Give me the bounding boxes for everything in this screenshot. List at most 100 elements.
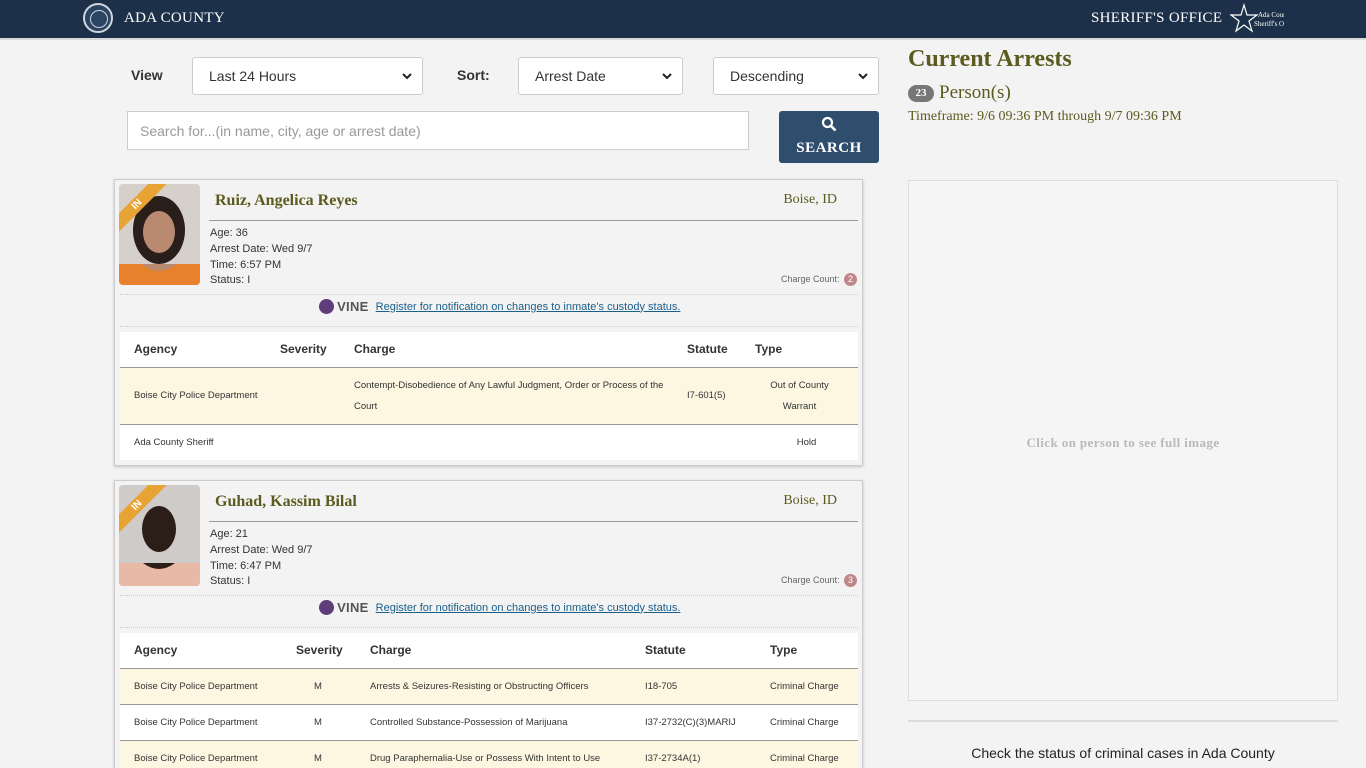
top-header: ADA COUNTY SHERIFF'S OFFICE Ada County S… xyxy=(0,0,1366,40)
charge-severity: M xyxy=(282,740,356,768)
charge-description xyxy=(340,424,673,460)
charge-statute: I37-2734A(1) xyxy=(631,740,756,768)
search-button-label: SEARCH xyxy=(796,140,862,156)
sort-label: Sort: xyxy=(457,67,490,83)
vine-register-link[interactable]: Register for notification on changes to … xyxy=(376,301,681,313)
inmate-card[interactable]: IN Guhad, Kassim Bilal Boise, ID Age: 21… xyxy=(114,480,863,768)
charge-count-label: Charge Count: xyxy=(780,574,840,585)
county-seal-icon[interactable] xyxy=(83,3,113,33)
table-row: Boise City Police Department Contempt-Di… xyxy=(120,367,858,425)
charge-type: Hold xyxy=(796,436,817,448)
vine-notification: VINE Register for notification on change… xyxy=(319,600,680,615)
inmate-name[interactable]: Ruiz, Angelica Reyes xyxy=(215,192,358,210)
inmate-age: Age: 21 xyxy=(210,528,248,540)
svg-text:Ada County: Ada County xyxy=(1258,11,1284,19)
charge-type: Criminal Charge xyxy=(756,668,858,705)
office-title[interactable]: SHERIFF'S OFFICE xyxy=(1091,10,1222,27)
charge-count-label: Charge Count: xyxy=(780,273,840,284)
full-image-panel[interactable]: Click on person to see full image xyxy=(908,180,1338,701)
chevron-down-icon xyxy=(858,73,868,80)
view-select-value: Last 24 Hours xyxy=(209,68,297,84)
sort-select[interactable]: Arrest Date xyxy=(518,57,683,95)
charge-agency: Boise City Police Department xyxy=(120,367,266,425)
sheriff-star-logo-icon[interactable]: Ada County Sheriff's Office xyxy=(1228,2,1284,36)
mugshot-figure-icon xyxy=(119,184,200,285)
view-label: View xyxy=(131,67,163,83)
mugshot-image[interactable]: IN xyxy=(119,184,200,285)
divider xyxy=(209,521,858,522)
charge-severity: M xyxy=(282,668,356,705)
charge-description: Arrests & Seizures-Resisting or Obstruct… xyxy=(356,668,631,705)
inmate-arrest-time: Time: 6:57 PM xyxy=(210,259,282,271)
inmate-arrest-time: Time: 6:47 PM xyxy=(210,560,282,572)
col-type: Type xyxy=(741,332,858,368)
vine-logo-icon xyxy=(319,600,334,615)
table-row: Boise City Police Department M Arrests &… xyxy=(120,668,858,705)
col-severity: Severity xyxy=(266,332,340,368)
charge-agency: Boise City Police Department xyxy=(120,740,282,768)
vine-logo-text: VINE xyxy=(337,299,369,314)
inmate-status: Status: I xyxy=(210,575,251,587)
charge-agency: Ada County Sheriff xyxy=(134,436,214,448)
table-row: Ada County Sheriff Hold xyxy=(120,424,858,460)
mugshot-figure-icon xyxy=(119,485,200,586)
charges-table: Agency Severity Charge Statute Type Bois… xyxy=(120,633,858,768)
charge-statute: I18-705 xyxy=(631,668,756,705)
col-severity: Severity xyxy=(282,633,356,669)
charge-type: Out of County Warrant xyxy=(741,367,858,425)
col-statute: Statute xyxy=(631,633,756,669)
inmate-city: Boise, ID xyxy=(783,493,837,508)
col-charge: Charge xyxy=(356,633,631,669)
divider xyxy=(120,627,858,628)
inmate-card[interactable]: IN Ruiz, Angelica Reyes Boise, ID Age: 3… xyxy=(114,179,863,466)
mugshot-image[interactable]: IN xyxy=(119,485,200,586)
chevron-down-icon xyxy=(402,73,412,80)
charges-header-row: Agency Severity Charge Statute Type xyxy=(120,332,858,368)
divider xyxy=(209,220,858,221)
check-case-status-link[interactable]: Check the status of criminal cases in Ad… xyxy=(908,745,1338,761)
inmate-name[interactable]: Guhad, Kassim Bilal xyxy=(215,493,357,511)
county-title[interactable]: ADA COUNTY xyxy=(124,10,225,27)
charge-count-badge: 3 xyxy=(844,574,857,587)
divider xyxy=(120,294,858,295)
charge-description: Controlled Substance-Possession of Marij… xyxy=(356,704,631,741)
charge-description: Contempt-Disobedience of Any Lawful Judg… xyxy=(340,367,673,425)
image-hint: Click on person to see full image xyxy=(1026,435,1220,450)
col-charge: Charge xyxy=(340,332,673,368)
divider xyxy=(908,720,1338,722)
current-arrests-title: Current Arrests xyxy=(908,46,1072,72)
charge-description: Drug Paraphernalia-Use or Possess With I… xyxy=(356,740,631,768)
charge-agency: Boise City Police Department xyxy=(120,704,282,741)
table-row: Boise City Police Department M Drug Para… xyxy=(120,740,858,768)
vine-logo-icon xyxy=(319,299,334,314)
timeframe-text: Timeframe: 9/6 09:36 PM through 9/7 09:3… xyxy=(908,109,1182,124)
inmate-arrest-date: Arrest Date: Wed 9/7 xyxy=(210,544,313,556)
charge-severity xyxy=(266,367,340,425)
charge-count-badge: 2 xyxy=(844,273,857,286)
order-select-value: Descending xyxy=(730,68,804,84)
charge-statute: I37-2732(C)(3)MARIJ xyxy=(631,704,756,741)
sort-select-value: Arrest Date xyxy=(535,68,606,84)
vine-register-link[interactable]: Register for notification on changes to … xyxy=(376,602,681,614)
divider xyxy=(120,595,858,596)
inmate-arrest-date: Arrest Date: Wed 9/7 xyxy=(210,243,313,255)
charge-statute xyxy=(673,424,741,460)
search-icon xyxy=(821,116,837,132)
svg-text:Sheriff's Office: Sheriff's Office xyxy=(1254,20,1284,28)
inmate-age: Age: 36 xyxy=(210,227,248,239)
charge-agency: Boise City Police Department xyxy=(120,668,282,705)
charge-type: Criminal Charge xyxy=(756,704,858,741)
charges-table: Agency Severity Charge Statute Type Bois… xyxy=(120,332,858,460)
order-select[interactable]: Descending xyxy=(713,57,879,95)
search-input[interactable]: Search for...(in name, city, age or arre… xyxy=(127,111,749,150)
inmate-city: Boise, ID xyxy=(783,192,837,207)
charges-header-row: Agency Severity Charge Statute Type xyxy=(120,633,858,669)
inmate-status: Status: I xyxy=(210,274,251,286)
search-button[interactable]: SEARCH xyxy=(779,111,879,163)
col-type: Type xyxy=(756,633,858,669)
table-row: Boise City Police Department M Controlle… xyxy=(120,704,858,741)
charge-severity xyxy=(266,424,340,460)
charge-count: Charge Count: 2 xyxy=(781,273,857,286)
chevron-down-icon xyxy=(662,73,672,80)
view-select[interactable]: Last 24 Hours xyxy=(192,57,423,95)
